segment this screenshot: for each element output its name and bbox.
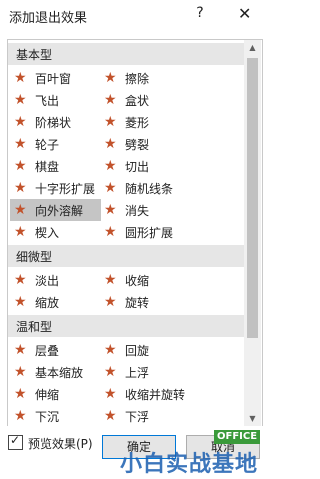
effect-item[interactable]: ★ 收缩并旋转	[100, 383, 210, 405]
star-icon: ★	[104, 364, 117, 380]
help-button[interactable]: ?	[193, 5, 207, 21]
effect-label: 收缩	[125, 274, 150, 288]
effect-label: 飞出	[35, 94, 60, 108]
effect-label: 淡出	[35, 274, 60, 288]
star-icon: ★	[14, 342, 27, 358]
star-icon: ★	[104, 272, 117, 288]
star-icon: ★	[14, 272, 27, 288]
effect-label: 轮子	[35, 138, 60, 152]
effect-item[interactable]: ★ 收缩	[100, 269, 210, 291]
effect-item[interactable]: ★ 劈裂	[100, 133, 210, 155]
effects-list: 基本型 ★ 百叶窗 ★ 擦除 ★ 飞出 ★ 盒状 ★ 阶梯状 ★ 菱形 ★ 轮子 ★ 劈裂 ★ 棋盘 ★ 切出 ★ 十字形扩…	[8, 40, 244, 427]
title-bar: 添加退出效果 ? ✕	[0, 0, 268, 34]
star-icon: ★	[14, 136, 27, 152]
effect-label: 圆形扩展	[125, 226, 174, 240]
star-icon: ★	[104, 136, 117, 152]
effect-label: 劈裂	[125, 138, 150, 152]
scrollbar-thumb[interactable]	[247, 58, 258, 338]
group-header: 基本型	[8, 43, 244, 65]
star-icon: ★	[104, 114, 117, 130]
effect-label: 擦除	[125, 72, 150, 86]
effect-item[interactable]: ★ 向外溶解	[10, 199, 101, 221]
effect-item[interactable]: ★ 上浮	[100, 361, 210, 383]
checkmark-icon: ✓	[10, 433, 21, 447]
effect-item[interactable]: ★ 盒状	[100, 89, 210, 111]
star-icon: ★	[104, 386, 117, 402]
preview-checkbox[interactable]: ✓	[8, 433, 23, 450]
group-label: 细微型	[16, 250, 53, 264]
group-header: 温和型	[8, 315, 244, 337]
watermark-text: 小白实战基地	[120, 452, 259, 477]
effect-item[interactable]: ★ 消失	[100, 199, 210, 221]
effect-item[interactable]: ★ 旋转	[100, 291, 210, 313]
effect-item[interactable]: ★ 菱形	[100, 111, 210, 133]
star-icon: ★	[104, 408, 117, 424]
effects-list-frame: 基本型 ★ 百叶窗 ★ 擦除 ★ 飞出 ★ 盒状 ★ 阶梯状 ★ 菱形 ★ 轮子 ★ 劈裂 ★ 棋盘 ★ 切出 ★ 十字形扩…	[7, 39, 263, 428]
star-icon: ★	[14, 364, 27, 380]
effect-label: 基本缩放	[35, 366, 84, 380]
effect-label: 盒状	[125, 94, 150, 108]
effect-item[interactable]: ★ 下浮	[100, 405, 210, 427]
scroll-down-arrow[interactable]: ▼	[244, 411, 261, 427]
effect-label: 下沉	[35, 410, 60, 424]
star-icon: ★	[104, 342, 117, 358]
effect-label: 向外溶解	[35, 204, 84, 218]
star-icon: ★	[104, 158, 117, 174]
watermark-badge: OFFICE	[214, 430, 261, 444]
effect-label: 消失	[125, 204, 150, 218]
preview-label: 预览效果(P)	[28, 437, 93, 451]
effect-label: 百叶窗	[35, 72, 72, 86]
star-icon: ★	[14, 92, 27, 108]
effect-item[interactable]: ★ 回旋	[100, 339, 210, 361]
effect-label: 收缩并旋转	[125, 388, 186, 402]
effect-label: 上浮	[125, 366, 150, 380]
star-icon: ★	[104, 92, 117, 108]
group-header: 细微型	[8, 245, 244, 267]
effect-label: 缩放	[35, 296, 60, 310]
star-icon: ★	[14, 224, 27, 240]
group-label: 温和型	[16, 320, 53, 334]
group-label: 基本型	[16, 48, 53, 62]
effect-label: 下浮	[125, 410, 150, 424]
star-icon: ★	[104, 70, 117, 86]
star-icon: ★	[14, 180, 27, 196]
star-icon: ★	[14, 70, 27, 86]
effect-item[interactable]: ★ 随机线条	[100, 177, 210, 199]
vertical-scrollbar[interactable]: ▲ ▼	[244, 40, 261, 427]
dialog-title: 添加退出效果	[9, 11, 88, 26]
star-icon: ★	[14, 408, 27, 424]
effect-item[interactable]: ★ 擦除	[100, 67, 210, 89]
scroll-up-arrow[interactable]: ▲	[244, 40, 261, 56]
effect-label: 阶梯状	[35, 116, 72, 130]
star-icon: ★	[14, 158, 27, 174]
effect-label: 切出	[125, 160, 150, 174]
close-button[interactable]: ✕	[238, 4, 251, 23]
star-icon: ★	[14, 202, 27, 218]
star-icon: ★	[104, 224, 117, 240]
effect-label: 随机线条	[125, 182, 174, 196]
dialog-footer: ✓ 预览效果(P) 确定 取消 OFFICE 小白实战基地	[0, 426, 268, 479]
effect-label: 菱形	[125, 116, 150, 130]
effect-label: 棋盘	[35, 160, 60, 174]
effect-label: 回旋	[125, 344, 150, 358]
effect-item[interactable]: ★ 切出	[100, 155, 210, 177]
star-icon: ★	[104, 180, 117, 196]
star-icon: ★	[14, 386, 27, 402]
effect-label: 层叠	[35, 344, 60, 358]
star-icon: ★	[14, 294, 27, 310]
star-icon: ★	[14, 114, 27, 130]
effect-label: 楔入	[35, 226, 60, 240]
star-icon: ★	[104, 294, 117, 310]
effect-item[interactable]: ★ 圆形扩展	[100, 221, 210, 243]
effect-label: 旋转	[125, 296, 150, 310]
star-icon: ★	[104, 202, 117, 218]
effect-label: 十字形扩展	[35, 182, 96, 196]
effect-label: 伸缩	[35, 388, 60, 402]
